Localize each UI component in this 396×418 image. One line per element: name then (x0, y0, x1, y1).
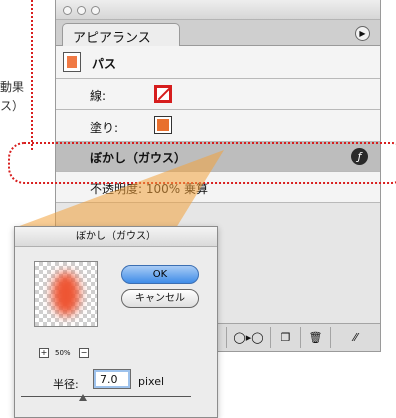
zoom-level: 50% (55, 349, 71, 357)
preview-shape (52, 272, 80, 316)
radius-label: 半径: (53, 378, 79, 391)
gaussian-blur-dialog: ぼかし（ガウス） OK キャンセル + 50% − 半径: pixel (14, 226, 218, 418)
blur-preview[interactable] (34, 261, 98, 327)
ok-button[interactable]: OK (121, 265, 199, 284)
cancel-button[interactable]: キャンセル (121, 289, 199, 308)
radius-slider-thumb[interactable] (79, 394, 87, 401)
callout-cone-shape (14, 150, 224, 228)
radius-unit: pixel (138, 375, 165, 388)
dialog-title[interactable]: ぼかし（ガウス） (15, 227, 217, 247)
zoom-in-button[interactable]: + (39, 348, 49, 358)
radius-slider-track[interactable] (21, 396, 191, 397)
radius-input[interactable] (93, 369, 131, 389)
zoom-out-button[interactable]: − (79, 348, 89, 358)
